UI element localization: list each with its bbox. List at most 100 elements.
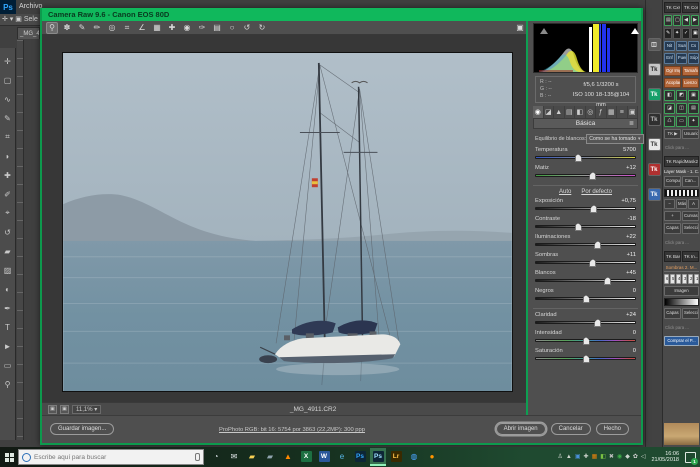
tk-tab[interactable]: TK CxHs	[664, 2, 681, 13]
preview-toggle-icon[interactable]: ▣	[48, 405, 57, 414]
tray-color-icon[interactable]: ◧	[600, 454, 606, 460]
tk-light-icon[interactable]: Tk	[648, 138, 661, 151]
tk-button[interactable]: Nit	[664, 41, 675, 51]
tk-tab[interactable]: TK In...	[682, 251, 699, 262]
tk-button[interactable]: ♺	[664, 116, 675, 127]
workflow-options-link[interactable]: ProPhoto RGB: bit 16: 5754 por 3863 (22,…	[142, 427, 442, 433]
dodge-tool-icon[interactable]: ◐	[1, 280, 15, 298]
tk-button[interactable]: Acoplar	[664, 78, 681, 88]
tray-plus-icon[interactable]: ✚	[584, 454, 589, 460]
tk-button[interactable]: 1	[694, 274, 699, 284]
gradient-tool-icon[interactable]: ▨	[1, 261, 15, 279]
tk-button[interactable]: Suave	[676, 41, 687, 51]
shape-tool-icon[interactable]: ▭	[1, 356, 15, 374]
slider-thumb[interactable]	[575, 154, 582, 162]
adjustment-brush-tool-icon[interactable]: ✑	[196, 22, 208, 34]
edge-icon[interactable]: e	[334, 448, 350, 466]
lightroom-icon[interactable]: Lr	[388, 448, 404, 466]
tab-camera-calibration-icon[interactable]: ▦	[607, 106, 618, 118]
tk-blue-icon[interactable]: Tk	[648, 188, 661, 201]
tk-button[interactable]: Imagen	[664, 286, 699, 296]
move-tool-icon[interactable]: ✛	[1, 52, 15, 70]
tk-button[interactable]: ◧	[664, 90, 675, 101]
taskbar-search[interactable]	[18, 449, 204, 465]
expand-panel-icon[interactable]: ◫	[648, 38, 661, 51]
tk-dark-icon[interactable]: Tk	[648, 113, 661, 126]
slider-thumb[interactable]	[604, 277, 611, 285]
tray-updates-icon[interactable]: ▲	[566, 454, 572, 460]
tab-basic-icon[interactable]: ◉	[533, 106, 544, 118]
tk-button[interactable]: ✓	[682, 28, 690, 39]
slider-track[interactable]	[535, 261, 636, 264]
graduated-filter-tool-icon[interactable]: ▤	[211, 22, 223, 34]
tray-volume-icon[interactable]: ◁	[641, 454, 646, 460]
eraser-tool-icon[interactable]: ▰	[1, 242, 15, 260]
tk-button[interactable]: Enf	[664, 53, 675, 63]
tray-close-icon[interactable]: ✖	[609, 454, 614, 460]
tk-tab[interactable]: TK Com	[682, 2, 699, 13]
tk-button[interactable]: ✦	[673, 28, 681, 39]
panel-menu-icon[interactable]: ≣	[629, 119, 634, 129]
lasso-tool-icon[interactable]: ∿	[1, 90, 15, 108]
histogram[interactable]	[533, 23, 638, 73]
tk-button[interactable]: Capas	[664, 223, 681, 233]
open-image-button[interactable]: Abrir imagen	[496, 423, 546, 435]
highlight-clipping-icon[interactable]	[631, 28, 639, 34]
start-button[interactable]	[0, 447, 18, 467]
crop-tool-icon[interactable]: ⌗	[1, 128, 15, 146]
notification-center-icon[interactable]: 1	[685, 452, 696, 463]
brush-tool-icon[interactable]: ✐	[1, 185, 15, 203]
red-eye-tool-icon[interactable]: ◉	[181, 22, 193, 34]
hand-tool-icon[interactable]: ✽	[61, 22, 73, 34]
excel-icon[interactable]: X	[298, 448, 314, 466]
rotate-left-icon[interactable]: ↺	[241, 22, 253, 34]
tk-button[interactable]: ◫	[676, 103, 687, 114]
slider-track[interactable]	[535, 279, 636, 282]
toggle-fullscreen-icon[interactable]: ▣	[514, 22, 526, 34]
tk-button[interactable]: Cs	[688, 41, 699, 51]
tk-gradient-strip[interactable]	[664, 298, 699, 306]
tk-button[interactable]: Can...	[682, 176, 699, 186]
white-balance-tool-icon[interactable]: ✎	[76, 22, 88, 34]
slider-thumb[interactable]	[583, 295, 590, 303]
tab-tone-curve-icon[interactable]: ◪	[544, 106, 555, 118]
tk-button[interactable]: Capas	[664, 308, 681, 318]
firefox-icon[interactable]: ●	[424, 448, 440, 466]
path-selection-tool-icon[interactable]: ►	[1, 337, 15, 355]
slider-thumb[interactable]	[583, 337, 590, 345]
shadow-clipping-icon[interactable]	[540, 28, 548, 34]
straighten-tool-icon[interactable]: ∠	[136, 22, 148, 34]
file-explorer-icon[interactable]: ▰	[244, 448, 260, 466]
slider-track[interactable]	[535, 207, 636, 210]
tk-button[interactable]: 3	[682, 274, 687, 284]
slider-track[interactable]	[535, 321, 636, 324]
radial-filter-tool-icon[interactable]: ○	[226, 22, 238, 34]
tab-detail-icon[interactable]: ▲	[554, 106, 565, 118]
tk-button[interactable]: ▶	[691, 15, 699, 26]
tray-green-icon[interactable]: ◉	[617, 454, 622, 460]
tk-actions-icon[interactable]: Tk	[648, 63, 661, 76]
tk-button[interactable]: Curvas	[682, 211, 699, 221]
tk-button[interactable]: ▤	[688, 103, 699, 114]
tk-button[interactable]: Súper	[688, 53, 699, 63]
tk-tab[interactable]: TK RapidMask2 V5	[664, 156, 699, 167]
tk-button[interactable]: ✎	[664, 28, 672, 39]
white-balance-select[interactable]: Como se ha tomado▾	[586, 134, 643, 144]
eyedropper-tool-icon[interactable]: ◗	[1, 147, 15, 165]
zoom-tool-icon[interactable]: ⚲	[46, 22, 58, 34]
tray-onedrive-icon[interactable]: ▣	[575, 454, 581, 460]
zoom-level-select[interactable]: 11,1% ▾	[72, 405, 101, 414]
tk-red-icon[interactable]: Tk	[648, 163, 661, 176]
tk-button[interactable]: Usuario	[682, 129, 699, 139]
photo-canvas[interactable]	[62, 52, 513, 392]
tab-presets-icon[interactable]: ≡	[617, 106, 628, 118]
auto-link[interactable]: Auto	[559, 189, 571, 195]
slider-thumb[interactable]	[589, 172, 596, 180]
tk-button[interactable]: Selecció...	[682, 308, 699, 318]
task-view-icon[interactable]: ◔	[208, 448, 224, 466]
tab-snapshots-icon[interactable]: ▣	[628, 106, 639, 118]
pen-tool-icon[interactable]: ✒	[1, 299, 15, 317]
tk-button[interactable]: ◪	[664, 103, 675, 114]
tk-button[interactable]: Ogr Img	[664, 66, 681, 76]
slider-track[interactable]	[535, 339, 636, 342]
